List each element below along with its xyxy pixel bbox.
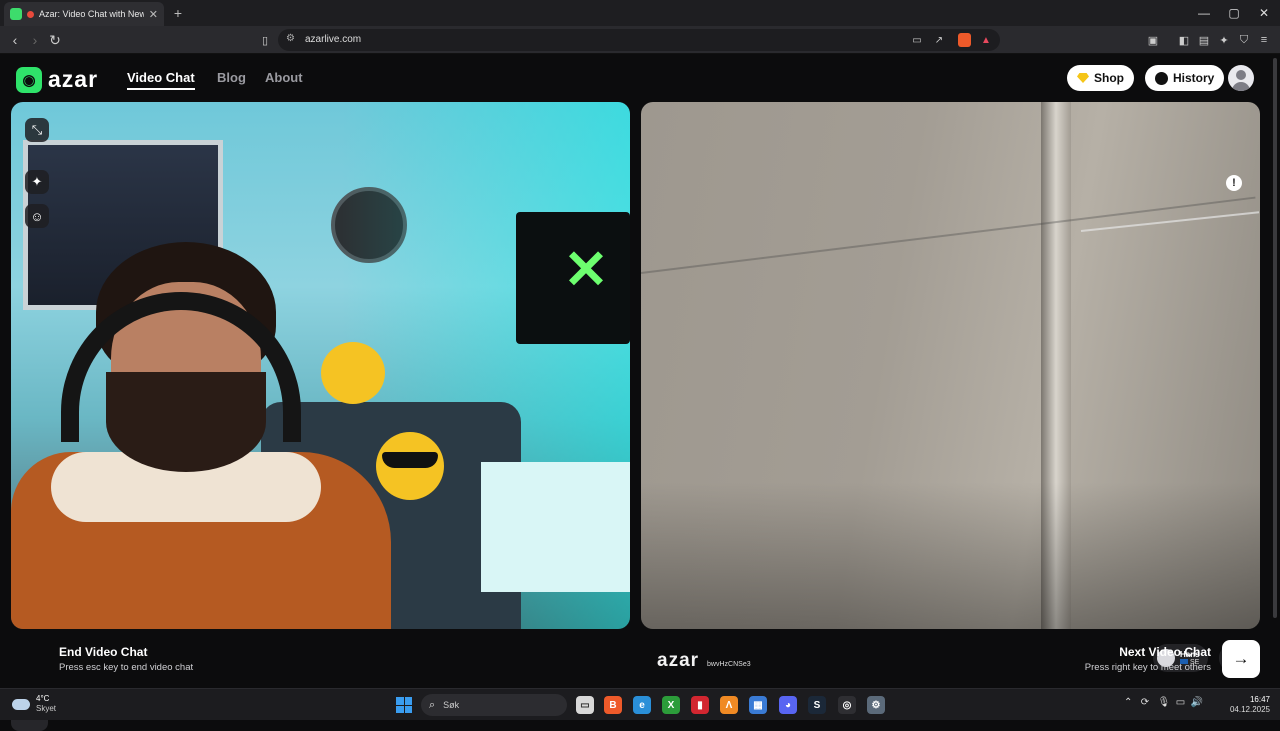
store-icon[interactable]: ▦ [749,696,767,714]
sync-icon[interactable]: ⟳ [1141,697,1149,708]
cast-icon[interactable]: ▭ [909,32,925,48]
tv-logo-icon: ✕ [563,240,609,300]
local-user [11,242,391,629]
azar-watermark: azar bwvHzCNSe3 [657,650,751,672]
leo-ai-icon[interactable]: ✦ [1216,32,1232,48]
cloud-icon [12,698,30,710]
chevron-up-icon[interactable]: ⌃ [1124,697,1132,708]
history-button[interactable]: History [1145,65,1225,91]
site-settings-icon[interactable]: ⚙ [286,33,295,44]
brave-shields-icon[interactable] [958,33,971,47]
azar-favicon-icon [10,8,22,20]
start-button[interactable] [396,697,412,713]
app-icon[interactable]: Λ [720,696,738,714]
effects-button[interactable]: ✦ [25,170,49,194]
next-chat-title: Next Video Chat [1119,645,1211,659]
brand-wordmark: azar [48,66,99,92]
nav-video-chat[interactable]: Video Chat [127,70,195,90]
close-window-button[interactable]: ✕ [1250,4,1278,22]
tab-close-icon[interactable]: ✕ [149,8,158,21]
share-icon[interactable]: ↗ [931,32,947,48]
page-scrollbar[interactable] [1272,54,1278,654]
clock[interactable]: 16:47 04.12.2025 [1226,695,1270,715]
obs-icon[interactable]: ◎ [838,696,856,714]
xbox-icon[interactable]: X [662,696,680,714]
azar-page: ◉ azar Video Chat Blog About Shop Histor… [0,54,1280,731]
microphone-icon[interactable]: 🎙 [1157,697,1170,708]
taskbar: 4°C Skyet ⌕ Søk ▭ B e X ▮ Λ ▦ ◕ S ◎ ⚙ ⌃ … [0,688,1280,720]
next-chat-hint: Press right key to meet others [1084,662,1211,673]
system-tray[interactable]: ⌃ ⟳ 🎙 ▭ 🔊 [1124,697,1203,708]
forward-icon[interactable]: › [26,31,44,49]
maximize-button[interactable]: ▢ [1220,4,1248,22]
mask-button[interactable]: ☺ [25,204,49,228]
url-bar[interactable]: ⚙ azarlive.com ▭ ↗ ▲ [278,29,1000,51]
new-tab-button[interactable]: + [170,5,186,21]
brave-rewards-icon[interactable]: ▲ [978,32,994,48]
back-icon[interactable]: ‹ [6,31,24,49]
vpn-icon[interactable]: ⛉ [1236,32,1252,48]
menu-icon[interactable]: ≡ [1256,32,1272,48]
reader-mode-icon[interactable]: ▣ [1145,32,1161,48]
temperature: 4°C [36,694,50,703]
volume-icon[interactable]: 🔊 [1191,697,1203,708]
minimize-video-button[interactable]: ⤡ [25,118,49,142]
remote-video [641,102,1260,629]
user-head-icon [1236,70,1246,80]
file-explorer-icon[interactable]: ▭ [576,696,594,714]
reload-icon[interactable]: ↻ [46,31,64,49]
weather-widget[interactable]: 4°C Skyet [12,694,56,714]
nav-about[interactable]: About [265,70,303,85]
taskbar-search[interactable]: ⌕ Søk [421,694,567,716]
history-label: History [1173,71,1215,85]
steam-icon[interactable]: S [808,696,826,714]
end-chat-hint: Press esc key to end video chat [59,662,194,673]
recording-indicator-icon [27,10,34,18]
clock-date: 04.12.2025 [1229,705,1270,714]
wall-seam [641,196,1256,274]
weather-condition: Skyet [36,704,57,713]
edge-browser-icon[interactable]: e [633,696,651,714]
search-icon: ⌕ [429,698,436,711]
azar-logo[interactable]: ◉ azar [16,66,98,93]
address-toolbar: ‹ › ↻ ▯ ⚙ azarlive.com ▭ ↗ ▲ ▣ ◧ ▤ ✦ ⛉ ≡ [0,26,1280,54]
scrollbar-thumb[interactable] [1273,58,1277,618]
shop-button[interactable]: Shop [1067,65,1134,91]
profile-avatar[interactable] [1228,65,1254,91]
sidebar-icon[interactable]: ◧ [1176,32,1192,48]
url-text: azarlive.com [305,34,362,45]
shop-label: Shop [1094,71,1124,85]
watermark-wordmark: azar [657,650,700,671]
search-placeholder: Søk [443,700,460,710]
wallet-icon[interactable]: ▤ [1196,32,1212,48]
brave-browser-icon[interactable]: B [604,696,622,714]
local-video: ✕ ⤡ ✦ ☺ [11,102,630,629]
next-chat-button[interactable]: → [1222,640,1260,678]
session-id: bwvHzCNSe3 [707,661,751,668]
report-button[interactable]: ! [1226,175,1242,191]
minimize-button[interactable]: — [1190,4,1218,22]
user-body-icon [1232,82,1250,91]
app-icon[interactable]: ▮ [691,696,709,714]
clock-time: 16:47 [1249,695,1270,704]
network-icon[interactable]: ▭ [1176,697,1185,708]
bookmark-icon[interactable]: ▯ [256,31,274,49]
nav-blog[interactable]: Blog [217,70,246,85]
browser-tab[interactable]: Azar: Video Chat with New Pe ✕ [4,2,164,26]
gem-icon [1077,73,1089,83]
settings-icon[interactable]: ⚙ [867,696,885,714]
cabinet [481,462,630,592]
video-shade [641,482,1260,629]
browser-tab-strip: Azar: Video Chat with New Pe ✕ + — ▢ ✕ [0,0,1280,26]
clock-icon [1155,71,1168,85]
discord-icon[interactable]: ◕ [779,696,797,714]
tab-title: Azar: Video Chat with New Pe [39,9,144,19]
azar-logo-icon: ◉ [16,66,42,93]
end-chat-title: End Video Chat [59,645,148,659]
